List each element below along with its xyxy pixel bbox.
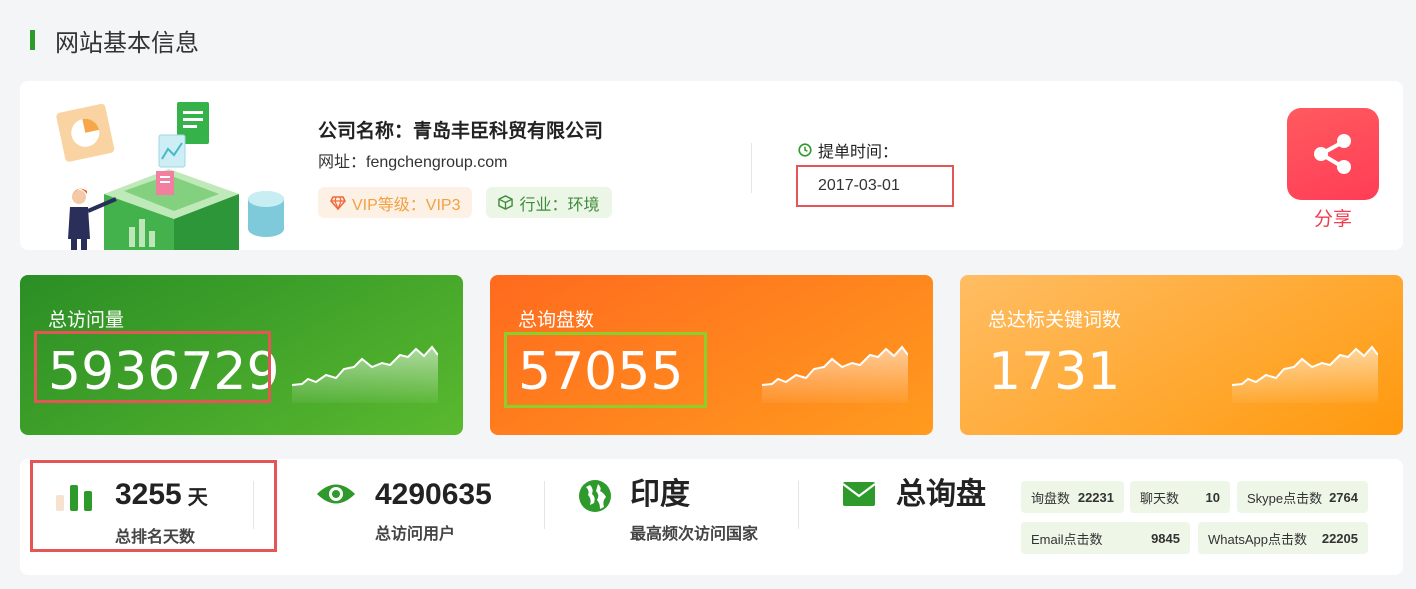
metric-label: 总访问用户 [375,526,456,543]
metric-value: 3255 [115,478,182,511]
chip-label: Skype点击数 [1247,490,1323,506]
globe-icon [579,480,611,512]
share-block[interactable]: 分享 [1287,108,1379,231]
clock-icon [798,143,812,157]
submit-time-label-row: 提单时间： [798,139,954,161]
chip-value: 10 [1205,489,1220,505]
submit-time-block: 提单时间： 2017-03-01 [796,139,954,207]
vip-level-text: VIP等级：VIP3 [352,196,461,214]
eye-icon [317,484,355,504]
metric-inquiry: 总询盘 [896,476,986,514]
chip-label: 聊天数 [1140,490,1180,506]
sparkline-icon [762,345,908,403]
mail-icon [842,482,876,506]
cube-icon [498,195,514,210]
metric-divider [544,481,545,529]
stat-value: 1731 [988,342,1121,402]
chip-label: Email点击数 [1031,531,1103,547]
stat-card-total-keywords: 总达标关键词数 1731 [960,275,1403,435]
chip-email-clicks: Email点击数 9845 [1021,522,1190,554]
stat-label: 总询盘数 [518,310,595,331]
stat-label: 总达标关键词数 [988,310,1122,331]
industry-tag: 行业：环境 [486,187,612,218]
submit-date: 2017-03-01 [796,165,954,207]
industry-text: 行业：环境 [519,196,600,214]
highlight-box [34,331,271,403]
chip-skype-clicks: Skype点击数 2764 [1237,481,1368,513]
stat-card-total-visits: 总访问量 5936729 [20,275,463,435]
section-accent-bar [30,30,35,50]
share-button[interactable] [1287,108,1379,200]
stat-card-total-inquiries: 总询盘数 57055 [490,275,933,435]
sparkline-icon [1232,345,1378,403]
chip-value: 22205 [1321,530,1358,546]
metric-label: 总排名天数 [115,529,196,546]
share-label[interactable]: 分享 [1287,204,1379,231]
metric-value: 印度 [630,478,690,511]
metric-top-country: 印度 最高频次访问国家 [630,476,758,544]
metric-rank-days: 3255 天 总排名天数 [115,476,208,547]
vip-level-tag: VIP等级：VIP3 [318,187,473,218]
share-icon [1314,134,1351,174]
metric-divider [253,481,254,529]
chip-label: WhatsApp点击数 [1208,531,1307,547]
submit-time-label: 提单时间： [818,144,899,161]
sparkline-icon [292,345,438,403]
chip-value: 22231 [1077,489,1114,505]
stat-label: 总访问量 [48,310,125,331]
company-name: 公司名称：青岛丰臣科贸有限公司 [318,120,604,142]
company-info: 公司名称：青岛丰臣科贸有限公司 网址：fengchengroup.com VIP… [318,115,612,218]
dashboard-illustration [56,102,284,250]
chip-value: 9845 [1151,530,1180,546]
bar-chart-icon [56,485,92,511]
company-website: 网址：fengchengroup.com [318,154,508,171]
metric-divider [798,481,799,529]
metric-unit: 天 [187,487,208,509]
highlight-box [504,332,707,408]
section-header: 网站基本信息 [30,26,199,57]
diamond-icon [330,195,346,210]
chip-inquiries: 询盘数 22231 [1021,481,1124,513]
metric-value: 总询盘 [896,478,986,511]
chip-label: 询盘数 [1031,490,1071,506]
metric-value: 4290635 [375,478,492,511]
info-divider [751,143,752,193]
metrics-card: 3255 天 总排名天数 4290635 总访问用户 印度 最高频次访问国家 总询… [20,459,1403,575]
chip-whatsapp-clicks: WhatsApp点击数 22205 [1198,522,1368,554]
chip-value: 2764 [1329,489,1358,505]
section-title: 网站基本信息 [55,29,199,57]
metric-label: 最高频次访问国家 [630,526,759,543]
company-tags: VIP等级：VIP3 行业：环境 [318,187,612,218]
metric-total-visitors: 4290635 总访问用户 [375,476,492,544]
site-info-card: 公司名称：青岛丰臣科贸有限公司 网址：fengchengroup.com VIP… [20,81,1403,250]
chip-chats: 聊天数 10 [1130,481,1230,513]
